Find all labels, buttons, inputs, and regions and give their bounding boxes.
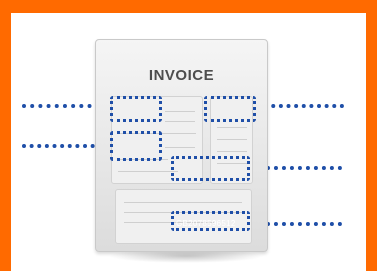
highlight-box-code bbox=[171, 211, 250, 231]
document-title: INVOICE bbox=[148, 67, 215, 84]
field-line bbox=[118, 171, 178, 172]
highlight-box-recipient bbox=[110, 131, 162, 161]
field-line bbox=[165, 111, 195, 112]
field-line bbox=[217, 139, 247, 140]
highlight-box-amount bbox=[171, 156, 250, 181]
highlight-box-invoice-number bbox=[204, 96, 256, 122]
field-line bbox=[217, 151, 247, 152]
leader-line-right-top bbox=[256, 104, 344, 108]
field-line bbox=[217, 127, 247, 128]
footer-line bbox=[124, 202, 242, 203]
field-line bbox=[165, 121, 195, 122]
illustration-canvas: { "document": { "title": "INVOICE", "cod… bbox=[0, 0, 377, 271]
highlight-box-sender bbox=[110, 96, 162, 122]
field-line bbox=[165, 147, 195, 148]
